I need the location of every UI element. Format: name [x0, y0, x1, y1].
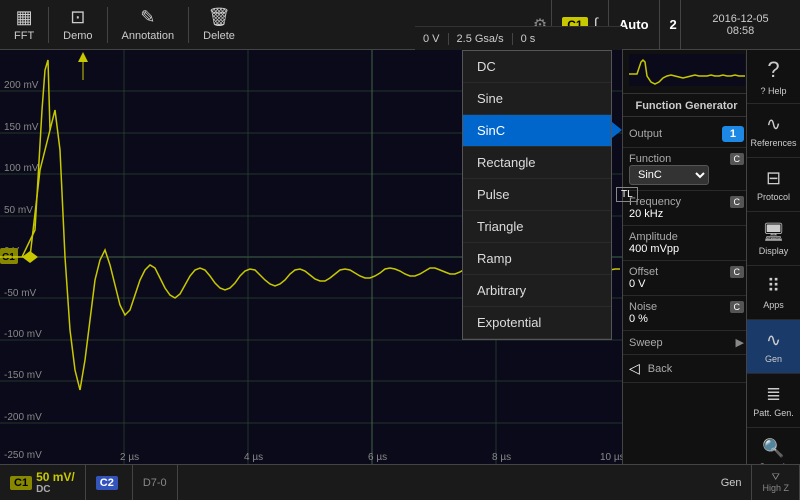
svg-text:150 mV: 150 mV: [4, 122, 39, 133]
output-toggle[interactable]: 1: [722, 126, 744, 142]
svg-text:200 mV: 200 mV: [4, 80, 39, 91]
apps-icon: ⠿: [767, 276, 780, 297]
ch1-label: C1: [10, 476, 32, 490]
gen-status[interactable]: Gen: [711, 465, 753, 500]
frequency-value: 20 kHz: [629, 208, 663, 220]
help-icon: ?: [767, 57, 779, 83]
function-dropdown-menu: DC Sine SinC Rectangle Pulse Triangle Ra…: [462, 50, 612, 340]
sweep-row[interactable]: Sweep ▶: [623, 331, 750, 355]
noise-value: 0 %: [629, 313, 648, 325]
sub-info-bar: 0 V 2.5 Gsa/s 0 s: [415, 26, 622, 50]
protocol-icon: ⊟: [766, 168, 781, 189]
back-row[interactable]: ◁ Back: [623, 355, 750, 383]
svg-text:-100 mV: -100 mV: [4, 329, 42, 340]
patt-gen-icon: ≣: [766, 384, 781, 405]
toolbar-separator-3: [188, 7, 189, 43]
function-select[interactable]: SinC DC Sine Rectangle Pulse Triangle Ra…: [629, 165, 709, 185]
right-sidebar: ? ? Help ∿ References ⊟ Protocol 🖥 Displ…: [746, 50, 800, 464]
voltage-offset: 0 V: [415, 33, 448, 45]
function-c-badge: C: [730, 153, 745, 165]
svg-text:100 mV: 100 mV: [4, 163, 39, 174]
svg-text:6 µs: 6 µs: [368, 452, 387, 463]
bottom-toolbar: C1 50 mV/ DC C2 D7-0 Gen ⛛ High Z: [0, 464, 800, 500]
dropdown-item-triangle[interactable]: Triangle: [463, 211, 611, 243]
dropdown-arrow-icon: [612, 122, 622, 138]
display-icon: 🖥: [762, 222, 785, 243]
offset-value: 0 V: [629, 278, 646, 290]
function-row: Function C SinC DC Sine Rectangle Pulse …: [623, 148, 750, 191]
apps-button[interactable]: ⠿ Apps: [747, 266, 800, 320]
function-generator-panel: Function Generator Output 1 Function C S…: [622, 50, 750, 464]
demo-icon: ⊡: [70, 7, 85, 28]
back-arrow-icon: ◁: [629, 360, 640, 377]
references-button[interactable]: ∿ References: [747, 104, 800, 158]
demo-button[interactable]: ⊡ Demo: [53, 3, 102, 46]
amplitude-row: Amplitude 400 mVpp: [623, 226, 750, 261]
dropdown-item-pulse[interactable]: Pulse: [463, 179, 611, 211]
svg-text:-250 mV: -250 mV: [4, 450, 42, 461]
svg-text:-150 mV: -150 mV: [4, 370, 42, 381]
ch1-settings[interactable]: C1 50 mV/ DC: [0, 465, 86, 500]
frequency-row: Frequency C 20 kHz: [623, 191, 750, 226]
dropdown-item-expotential[interactable]: Expotential: [463, 307, 611, 339]
svg-text:4 µs: 4 µs: [244, 452, 263, 463]
frequency-c-badge: C: [730, 196, 745, 208]
tl-badge: TL: [616, 186, 638, 200]
dropdown-item-rectangle[interactable]: Rectangle: [463, 147, 611, 179]
svg-text:-50 mV: -50 mV: [4, 288, 37, 299]
sweep-arrow-icon: ▶: [736, 336, 744, 349]
dropdown-item-sinc[interactable]: SinC: [463, 115, 611, 147]
d7-d0-label: D7-0: [143, 477, 167, 489]
noise-row: Noise C 0 %: [623, 296, 750, 331]
references-icon: ∿: [766, 114, 781, 135]
help-button[interactable]: ? ? Help: [747, 50, 800, 104]
fft-button[interactable]: ▦ FFT: [4, 3, 44, 46]
annotation-icon: ✎: [140, 7, 155, 28]
toolbar-separator-1: [48, 7, 49, 43]
annotation-button[interactable]: ✎ Annotation: [112, 3, 185, 46]
noise-c-badge: C: [730, 301, 745, 313]
high-z-status[interactable]: ⛛ High Z: [752, 465, 800, 500]
amplitude-value: 400 mVpp: [629, 243, 679, 255]
gen-button[interactable]: ∿ Gen: [747, 320, 800, 374]
fg-panel-title: Function Generator: [623, 94, 750, 117]
waveform-preview: [623, 50, 750, 94]
sample-rate: 2.5 Gsa/s: [448, 33, 512, 45]
svg-text:2 µs: 2 µs: [120, 452, 139, 463]
gen-status-label: Gen: [721, 477, 742, 489]
gen-icon: ∿: [766, 330, 781, 351]
delete-icon: 🗑: [208, 7, 231, 28]
search-icon: 🔍: [762, 438, 784, 459]
svg-text:-200 mV: -200 mV: [4, 412, 42, 423]
dropdown-item-ramp[interactable]: Ramp: [463, 243, 611, 275]
ch2-settings[interactable]: C2: [86, 465, 133, 500]
digital-channels[interactable]: D7-0: [133, 465, 178, 500]
toolbar-separator-2: [107, 7, 108, 43]
dropdown-item-dc[interactable]: DC: [463, 51, 611, 83]
time-offset: 0 s: [512, 33, 544, 45]
dropdown-item-arbitrary[interactable]: Arbitrary: [463, 275, 611, 307]
top-toolbar: ▦ FFT ⊡ Demo ✎ Annotation 🗑 Delete ⚙ C1 …: [0, 0, 800, 50]
offset-row: Offset C 0 V: [623, 261, 750, 296]
datetime-display: 2016-12-05 08:58: [680, 0, 800, 50]
patt-gen-button[interactable]: ≣ Patt. Gen.: [747, 374, 800, 428]
dropdown-item-sine[interactable]: Sine: [463, 83, 611, 115]
fft-icon: ▦: [16, 7, 33, 28]
offset-c-badge: C: [730, 266, 745, 278]
svg-text:8 µs: 8 µs: [492, 452, 511, 463]
ch2-label: C2: [96, 476, 118, 490]
protocol-button[interactable]: ⊟ Protocol: [747, 158, 800, 212]
display-button[interactable]: 🖥 Display: [747, 212, 800, 266]
output-row[interactable]: Output 1: [623, 121, 750, 148]
delete-button[interactable]: 🗑 Delete: [193, 3, 245, 46]
svg-text:50 mV: 50 mV: [4, 205, 33, 216]
svg-text:10 µs: 10 µs: [600, 452, 622, 463]
preview-waveform-svg: [629, 54, 745, 86]
